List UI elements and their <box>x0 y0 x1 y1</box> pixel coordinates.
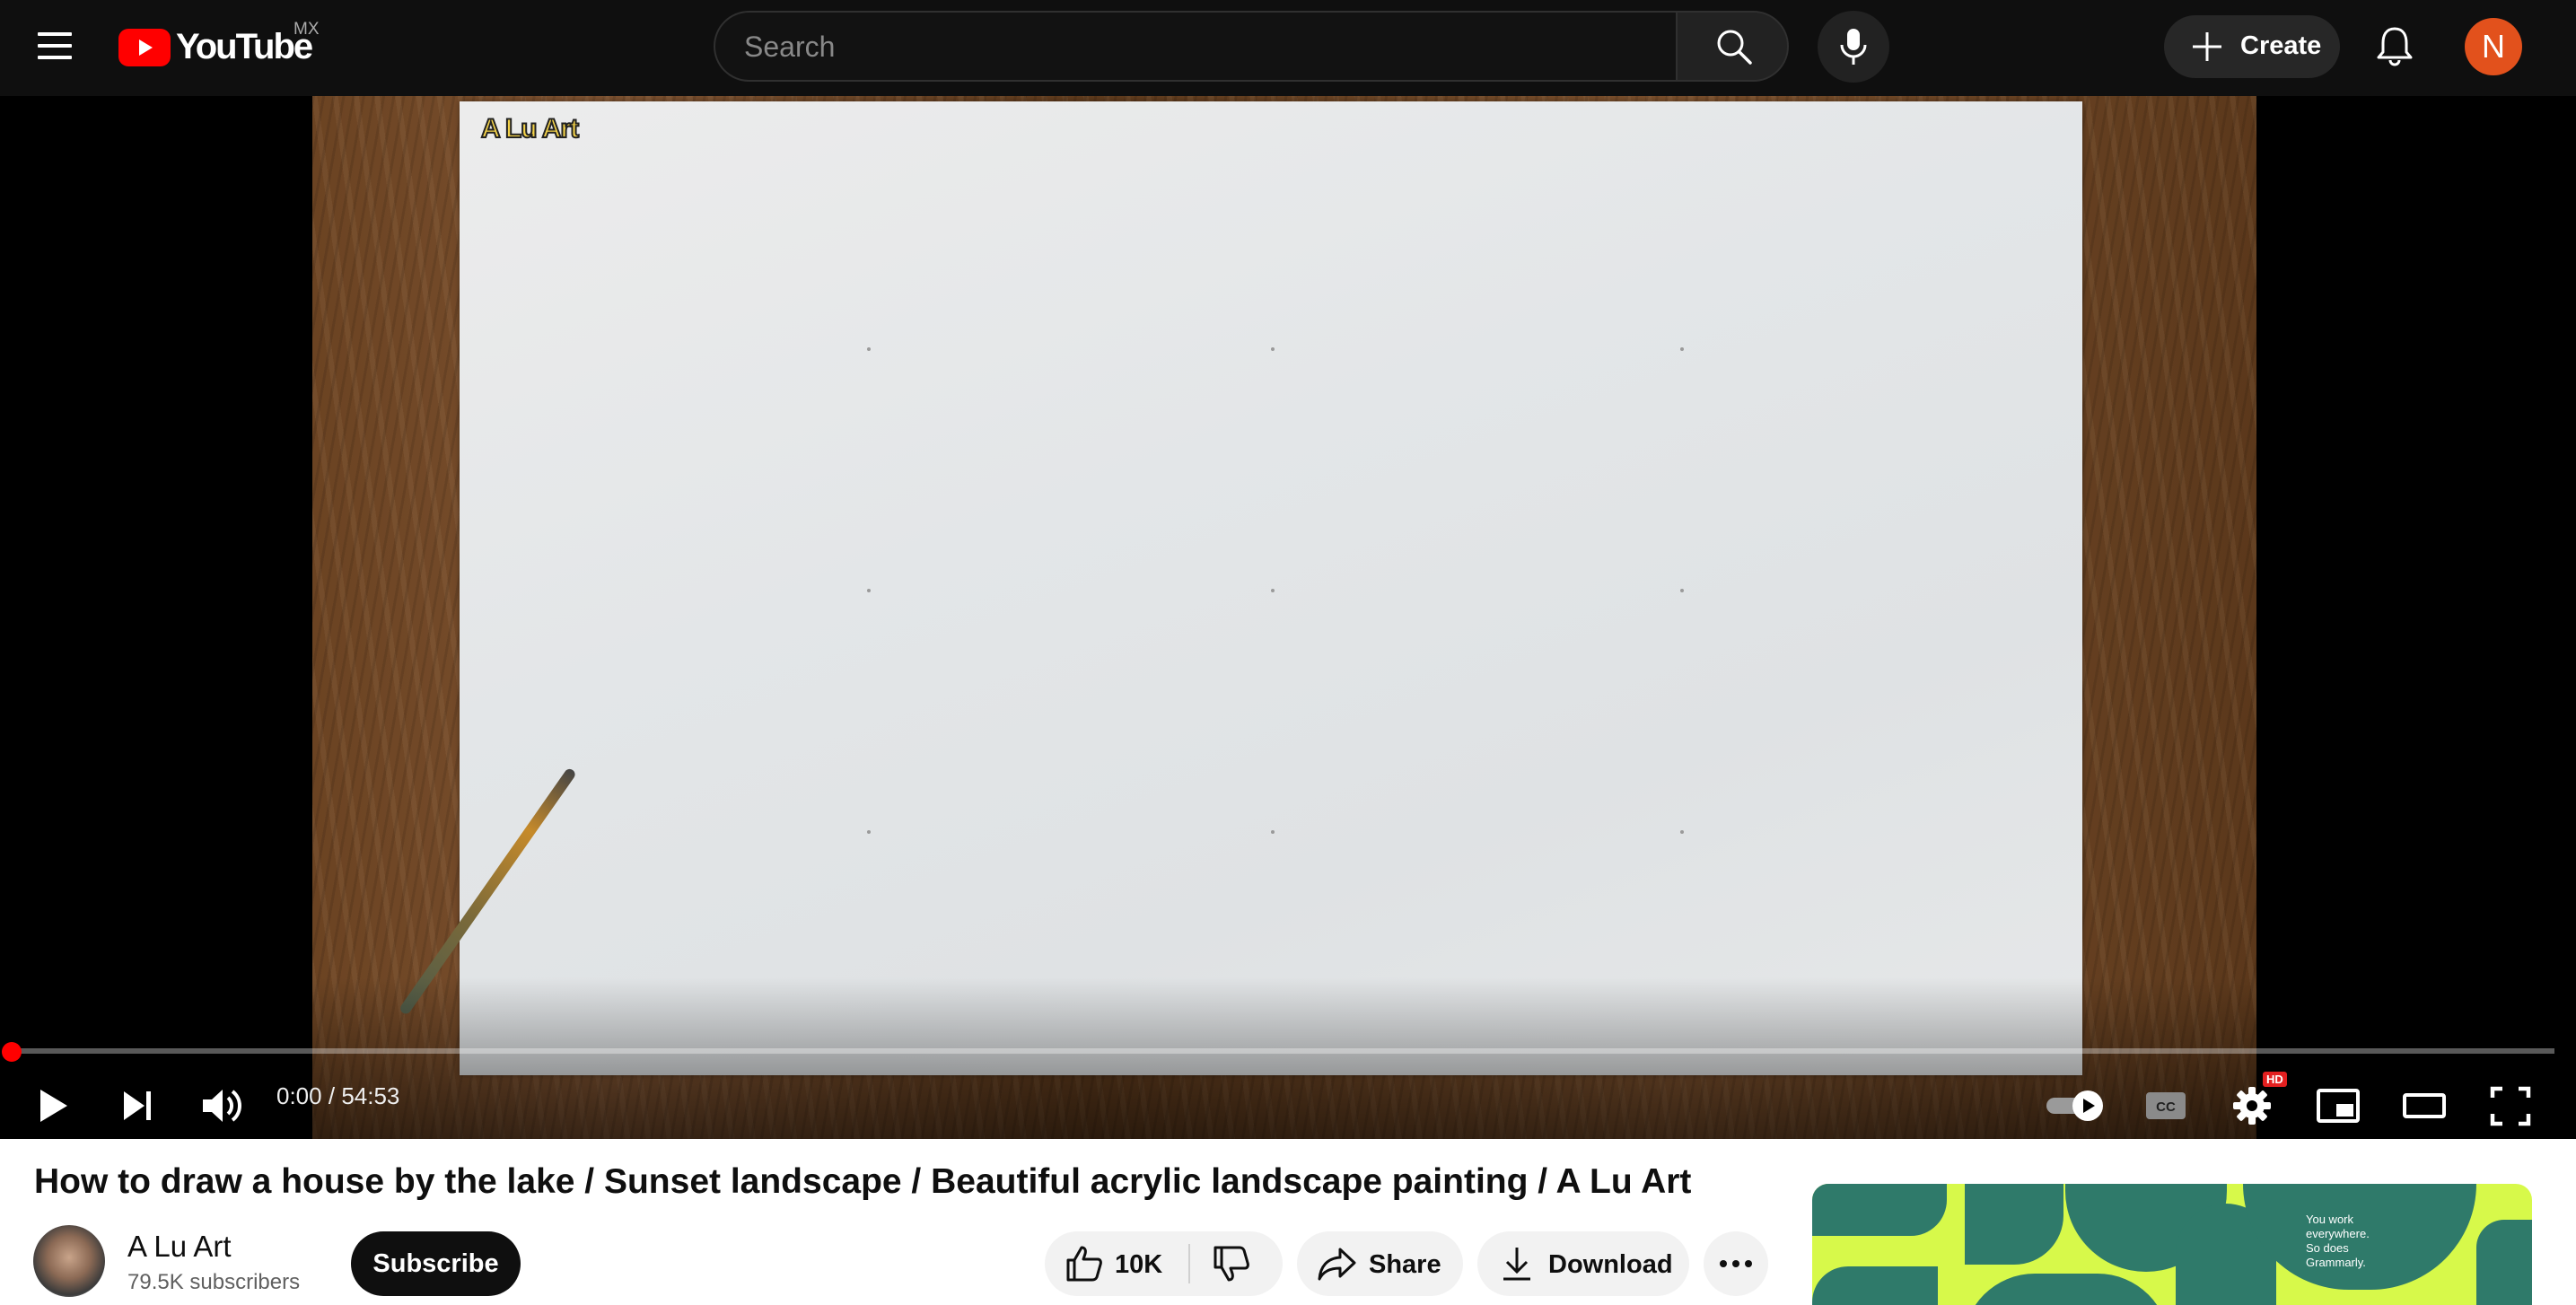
subscribe-button[interactable]: Subscribe <box>351 1231 521 1296</box>
share-icon <box>1318 1248 1356 1281</box>
more-horizontal-icon <box>1720 1260 1752 1267</box>
time-separator: / <box>328 1082 336 1109</box>
share-button[interactable]: Share <box>1297 1231 1463 1296</box>
time-current: 0:00 <box>276 1082 322 1109</box>
download-button[interactable]: Download <box>1477 1231 1689 1296</box>
hd-badge: HD <box>2263 1072 2287 1087</box>
create-button[interactable]: Create <box>2164 15 2340 78</box>
search-button[interactable] <box>1676 11 1789 82</box>
volume-icon <box>203 1090 241 1122</box>
captions-button[interactable]: CC <box>2134 1074 2197 1137</box>
voice-search-button[interactable] <box>1818 11 1889 83</box>
account-avatar[interactable]: N <box>2465 18 2522 75</box>
ad-shape <box>2476 1220 2532 1305</box>
notifications-button[interactable] <box>2368 20 2422 74</box>
time-display: 0:00 / 54:53 <box>276 1082 399 1110</box>
miniplayer-button[interactable] <box>2307 1074 2370 1137</box>
ad-shape <box>1965 1184 2063 1265</box>
country-code: MX <box>294 20 320 39</box>
youtube-play-logo-icon <box>118 29 171 66</box>
autoplay-toggle-icon <box>2046 1090 2103 1121</box>
ad-shape <box>1812 1266 1938 1305</box>
like-button[interactable]: 10K <box>1045 1231 1188 1296</box>
channel-watermark: A Lu Art <box>480 113 580 145</box>
create-label: Create <box>2240 31 2322 60</box>
next-button[interactable] <box>106 1074 169 1137</box>
video-player[interactable]: A Lu Art 0:00 / 54:53 CC HD <box>0 96 2576 1139</box>
miniplayer-icon <box>2317 1089 2360 1123</box>
like-dislike-group: 10K <box>1045 1231 1283 1296</box>
white-canvas <box>460 101 2082 1075</box>
svg-text:CC: CC <box>2156 1099 2176 1115</box>
bell-icon <box>2377 27 2413 66</box>
theater-icon <box>2403 1093 2446 1118</box>
download-label: Download <box>1548 1250 1673 1279</box>
play-button[interactable] <box>22 1074 84 1137</box>
fullscreen-button[interactable] <box>2479 1074 2542 1137</box>
captions-icon: CC <box>2146 1092 2186 1119</box>
more-actions-button[interactable] <box>1704 1231 1768 1296</box>
ad-text: You work everywhere. So does Grammarly. <box>2306 1213 2370 1269</box>
thumbs-up-icon <box>1066 1246 1102 1282</box>
channel-name[interactable]: A Lu Art <box>127 1230 232 1264</box>
menu-icon[interactable] <box>31 23 81 68</box>
logo-text: YouTube <box>176 27 313 66</box>
ad-shape <box>1963 1274 2169 1305</box>
ad-shape <box>1812 1184 1947 1236</box>
share-label: Share <box>1369 1250 1441 1279</box>
sidebar-ad-banner[interactable]: You work everywhere. So does Grammarly. <box>1812 1184 2532 1305</box>
search-icon <box>1717 30 1752 65</box>
volume-button[interactable] <box>190 1074 253 1137</box>
dislike-button[interactable] <box>1190 1231 1283 1296</box>
subscriber-count: 79.5K subscribers <box>127 1270 301 1294</box>
autoplay-toggle[interactable] <box>2041 1074 2113 1137</box>
time-total: 54:53 <box>341 1082 400 1109</box>
search-input[interactable] <box>742 27 1631 66</box>
next-icon <box>124 1091 151 1120</box>
channel-avatar[interactable] <box>33 1225 105 1297</box>
progress-scrubber[interactable] <box>2 1042 22 1062</box>
progress-bar[interactable] <box>13 1048 2554 1054</box>
masthead: YouTube MX Create N <box>0 0 2576 96</box>
like-count: 10K <box>1115 1250 1163 1279</box>
search-box <box>714 11 1676 82</box>
plus-icon <box>2193 32 2221 61</box>
thumbs-down-icon <box>1214 1246 1249 1282</box>
fullscreen-icon <box>2490 1086 2531 1126</box>
download-icon <box>1503 1248 1530 1281</box>
video-title: How to draw a house by the lake / Sunset… <box>34 1162 1692 1201</box>
theater-mode-button[interactable] <box>2393 1074 2456 1137</box>
play-icon <box>40 1090 67 1122</box>
microphone-icon <box>1840 29 1867 65</box>
